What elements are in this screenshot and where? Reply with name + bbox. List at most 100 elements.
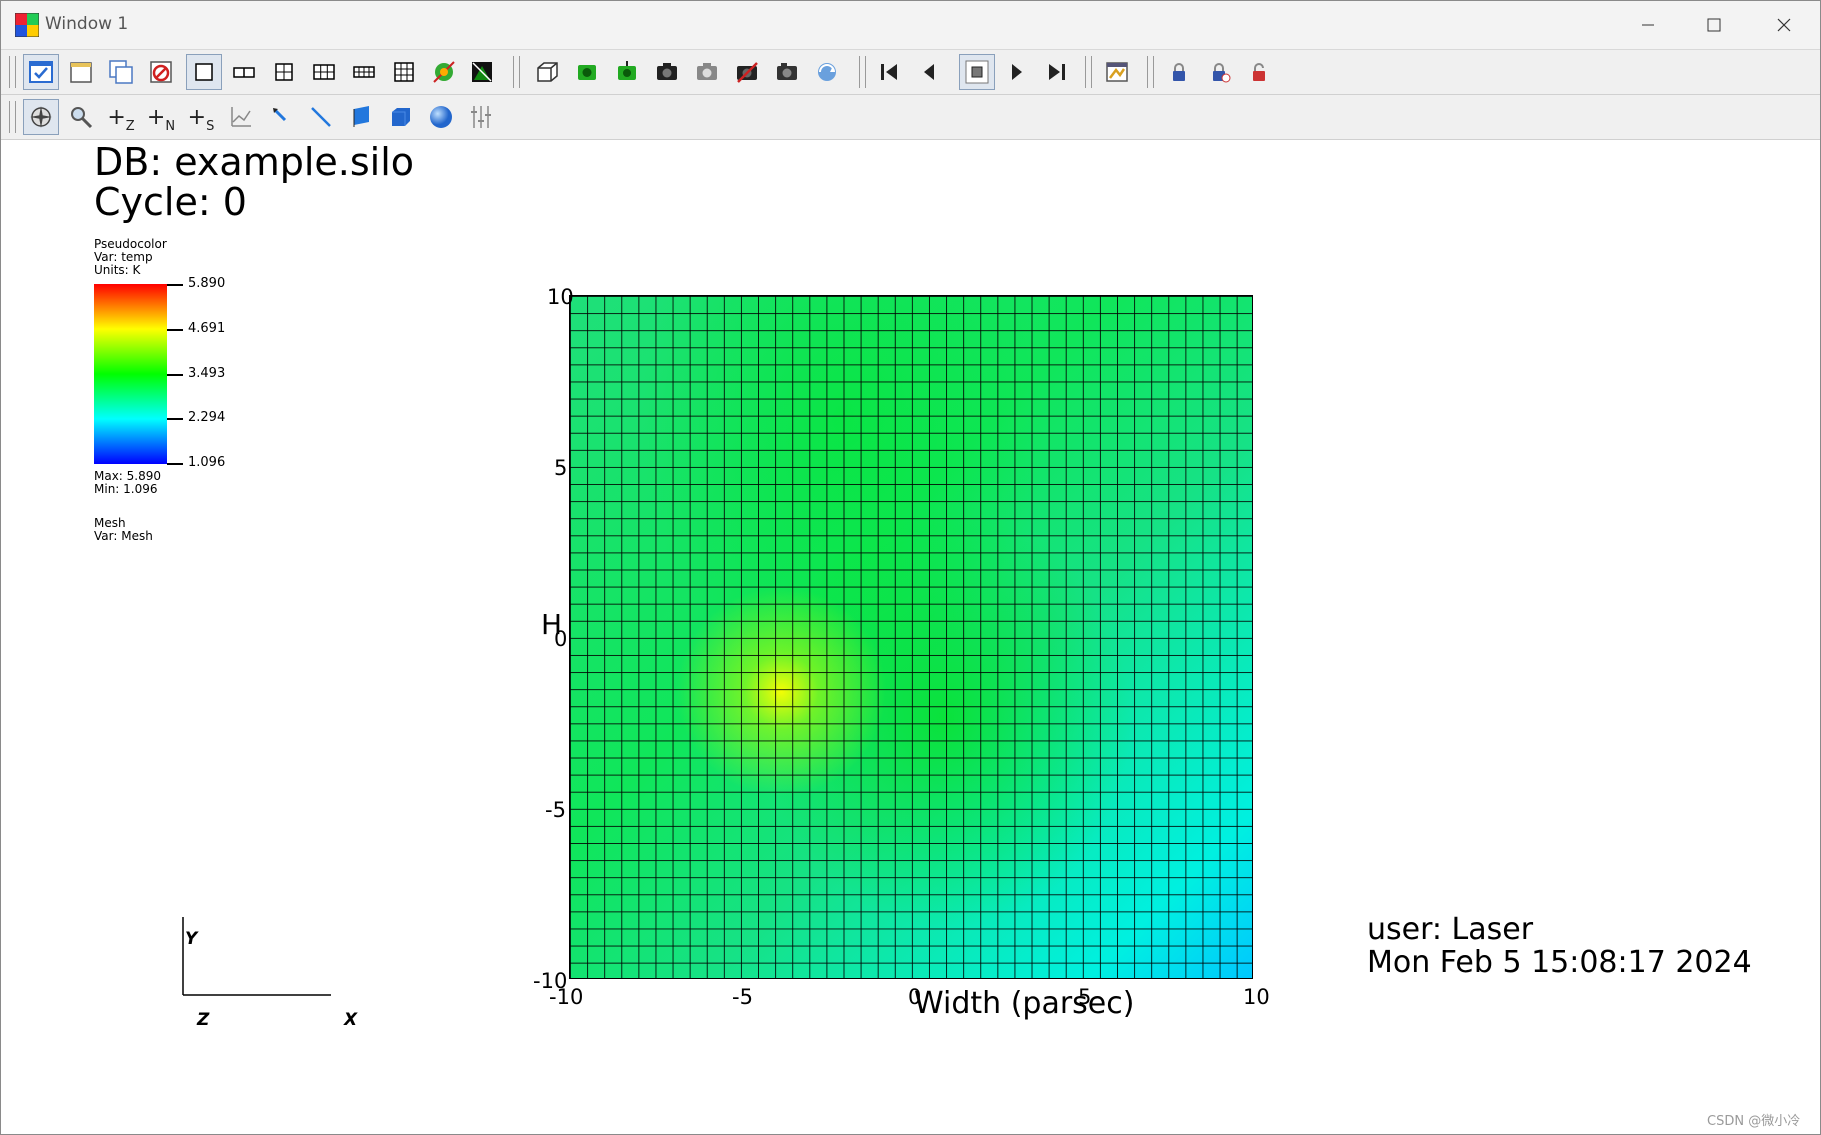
play-button[interactable]	[999, 54, 1035, 90]
layout-2x2-button[interactable]	[266, 54, 302, 90]
window-toolbar	[1, 50, 1820, 95]
auto-update-icon	[472, 62, 492, 82]
layout-2x4-button[interactable]	[346, 54, 382, 90]
zone-pick-icon: +Z	[107, 104, 135, 134]
invert-background-icon	[433, 61, 455, 83]
unlock-button[interactable]	[1241, 54, 1277, 90]
maximize-button[interactable]	[1678, 1, 1750, 49]
x-tick-label: -10	[549, 985, 584, 1009]
navigate-mode-icon	[30, 106, 52, 128]
delete-window-button[interactable]	[143, 54, 179, 90]
triad-z-label: Z	[197, 1010, 210, 1030]
y-tick-label: 5	[554, 456, 568, 480]
play-icon	[1012, 64, 1022, 80]
box-tool-icon	[392, 108, 410, 126]
camera-button[interactable]	[769, 54, 805, 90]
save-view-button[interactable]	[649, 54, 685, 90]
last-frame-button[interactable]	[1039, 54, 1075, 90]
zoom-mode-button[interactable]	[63, 99, 99, 135]
new-window-icon	[70, 62, 92, 83]
previous-frame-button[interactable]	[911, 54, 947, 90]
zoom-mode-icon	[71, 107, 93, 129]
minimize-icon	[1642, 24, 1654, 26]
toolbar-grip[interactable]	[1085, 56, 1092, 88]
color-bar-label: 4.691	[188, 321, 226, 336]
axis-restriction-button[interactable]	[463, 99, 499, 135]
plane-tool-button[interactable]	[343, 99, 379, 135]
color-bar-tick	[167, 284, 183, 286]
layout-2x4-icon	[353, 66, 375, 78]
choose-view-button[interactable]	[689, 54, 725, 90]
layout-2x3-button[interactable]	[306, 54, 342, 90]
toolbar-grip[interactable]	[859, 56, 866, 88]
minimize-button[interactable]	[1612, 1, 1684, 49]
perspective-toggle-button[interactable]	[529, 54, 565, 90]
toolbar-grip[interactable]	[9, 101, 16, 133]
layout-2x2-icon	[275, 63, 293, 81]
invert-background-button[interactable]	[426, 54, 462, 90]
zone-pick-button[interactable]: +Z	[103, 99, 139, 135]
delete-window-icon	[150, 61, 172, 83]
line-lineout-button[interactable]	[263, 99, 299, 135]
choose-view-icon	[697, 63, 717, 80]
spin-button[interactable]	[809, 54, 845, 90]
clear-view-button[interactable]	[729, 54, 765, 90]
toolbar-grip[interactable]	[1147, 56, 1154, 88]
toolbar-grip[interactable]	[513, 56, 520, 88]
animation-settings-button[interactable]	[1099, 54, 1135, 90]
color-bar-label: 1.096	[188, 455, 226, 470]
lock-time-icon	[1213, 63, 1231, 83]
color-bar-label: 2.294	[188, 410, 226, 425]
clone-window-icon	[109, 60, 133, 84]
stop-button[interactable]	[959, 54, 995, 90]
color-bar-tick	[167, 329, 183, 331]
reset-view-button[interactable]	[569, 54, 605, 90]
close-icon	[1777, 18, 1791, 32]
close-button[interactable]	[1748, 1, 1820, 49]
active-window-checkbox-icon	[29, 61, 53, 83]
legend-min: Min: 1.096	[94, 482, 158, 496]
color-bar-label: 3.493	[188, 366, 226, 381]
curve-pick-icon	[231, 107, 251, 127]
window-title: Window 1	[45, 14, 129, 34]
layout-1x1-button[interactable]	[186, 54, 222, 90]
axis-restriction-icon	[471, 106, 491, 128]
lock-view-button[interactable]	[1161, 54, 1197, 90]
line-tool-button[interactable]	[303, 99, 339, 135]
title-bar[interactable]: Window 1	[1, 1, 1820, 50]
node-pick-button[interactable]: +N	[143, 99, 179, 135]
lock-time-button[interactable]	[1201, 54, 1237, 90]
visualization-area[interactable]: DB: example.silo Cycle: 0 Pseudocolor Va…	[1, 140, 1820, 1134]
first-frame-icon	[881, 64, 897, 80]
recenter-view-icon	[618, 61, 636, 80]
layout-3x3-icon	[394, 62, 414, 82]
new-window-button[interactable]	[63, 54, 99, 90]
box-tool-button[interactable]	[383, 99, 419, 135]
curve-pick-button[interactable]	[223, 99, 259, 135]
spreadsheet-pick-button[interactable]: +S	[183, 99, 219, 135]
navigate-mode-button[interactable]	[23, 99, 59, 135]
y-tick-label: -5	[545, 798, 566, 822]
active-window-checkbox-button[interactable]	[23, 54, 59, 90]
node-pick-icon: +N	[146, 104, 176, 134]
layout-1x1-icon	[195, 63, 213, 81]
layout-1x2-button[interactable]	[226, 54, 262, 90]
recenter-view-button[interactable]	[609, 54, 645, 90]
maximize-icon	[1707, 18, 1721, 32]
sphere-tool-button[interactable]	[423, 99, 459, 135]
first-frame-button[interactable]	[871, 54, 907, 90]
camera-icon	[777, 63, 797, 80]
visit-app-icon	[15, 13, 39, 37]
pseudocolor-plot[interactable]	[569, 295, 1253, 979]
reset-view-icon	[578, 65, 596, 80]
y-tick-label: 10	[547, 285, 574, 309]
color-bar-tick	[167, 418, 183, 420]
auto-update-button[interactable]	[464, 54, 500, 90]
toolbar-grip[interactable]	[9, 56, 16, 88]
cycle-annotation: Cycle: 0	[94, 180, 247, 224]
layout-3x3-button[interactable]	[386, 54, 422, 90]
legend-units: Units: K	[94, 263, 141, 277]
sphere-tool-icon	[430, 106, 452, 128]
interaction-toolbar: +Z +N +S	[1, 95, 1820, 140]
clone-window-button[interactable]	[103, 54, 139, 90]
